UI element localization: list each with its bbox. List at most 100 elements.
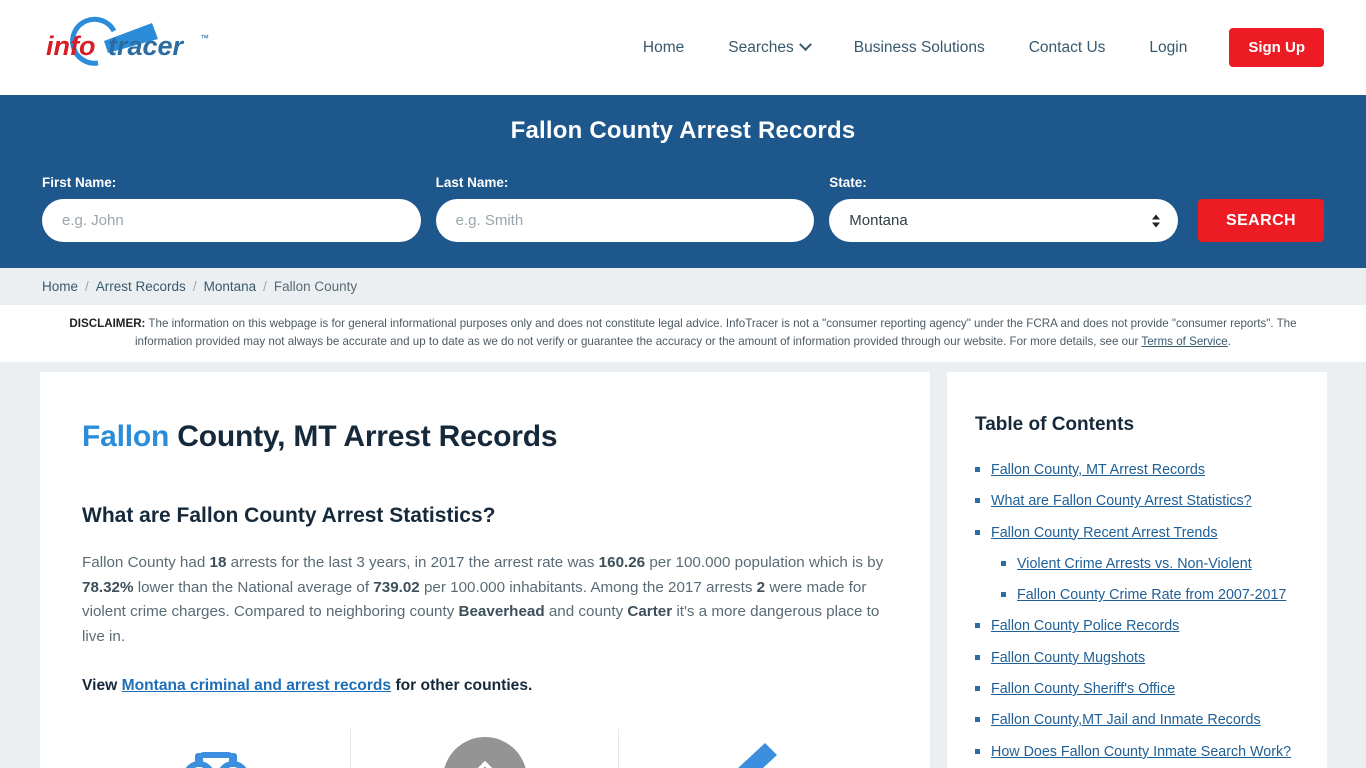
chevron-down-icon bbox=[798, 38, 812, 52]
neighbor-county-b: Carter bbox=[627, 603, 673, 621]
stat-percent-lower: 78.32% bbox=[82, 578, 134, 596]
montana-records-link[interactable]: Montana criminal and arrest records bbox=[122, 677, 392, 694]
first-name-field: First Name: bbox=[42, 175, 421, 242]
nav-item-business-solutions[interactable]: Business Solutions bbox=[832, 39, 1007, 57]
breadcrumb-separator: / bbox=[263, 279, 267, 294]
nav-label: Business Solutions bbox=[853, 38, 985, 56]
bullet-icon bbox=[975, 529, 980, 535]
nav-label: Login bbox=[1149, 38, 1188, 56]
terms-of-service-link[interactable]: Terms of Service bbox=[1141, 335, 1227, 348]
toc-item: What are Fallon County Arrest Statistics… bbox=[975, 491, 1301, 511]
stat-arrest-rate: 160.26 bbox=[598, 553, 646, 571]
sign-up-button[interactable]: Sign Up bbox=[1229, 28, 1324, 67]
state-label: State: bbox=[829, 175, 867, 190]
breadcrumb-separator: / bbox=[85, 279, 89, 294]
svg-text:info: info bbox=[46, 31, 95, 61]
main-navigation: Home Searches Business Solutions Contact… bbox=[621, 28, 1324, 67]
toc-link-jail-inmate-records[interactable]: Fallon County,MT Jail and Inmate Records bbox=[991, 710, 1261, 730]
content-heading: Fallon County, MT Arrest Records bbox=[82, 420, 930, 454]
stat-arrests: 18 bbox=[209, 553, 227, 571]
search-input-first-name[interactable] bbox=[42, 199, 421, 242]
stat-violent-arrests: 2 bbox=[756, 578, 766, 596]
toc-link-inmate-search[interactable]: How Does Fallon County Inmate Search Wor… bbox=[991, 742, 1291, 762]
view-other-counties: View Montana criminal and arrest records… bbox=[82, 677, 930, 695]
toc-list: Fallon County, MT Arrest Records What ar… bbox=[975, 460, 1301, 768]
statistics-subheading: What are Fallon County Arrest Statistics… bbox=[82, 503, 496, 527]
disclaimer-suffix: . bbox=[1227, 334, 1231, 348]
table-of-contents-card: Table of Contents Fallon County, MT Arre… bbox=[947, 371, 1327, 768]
breadcrumb: Home / Arrest Records / Montana / Fallon… bbox=[0, 268, 1366, 305]
disclaimer-notice: DISCLAIMER: The information on this webp… bbox=[0, 305, 1366, 362]
page-body: Fallon County, MT Arrest Records What ar… bbox=[0, 362, 1366, 768]
nav-label: Contact Us bbox=[1028, 38, 1106, 56]
toc-item: Fallon County, MT Arrest Records bbox=[975, 460, 1301, 480]
page-title: Fallon County Arrest Records bbox=[510, 117, 856, 144]
disclaimer-prefix: DISCLAIMER: bbox=[69, 317, 146, 330]
breadcrumb-item-home[interactable]: Home bbox=[42, 279, 78, 294]
svg-text:tracer: tracer bbox=[108, 31, 185, 61]
last-name-field: Last Name: bbox=[435, 175, 815, 242]
feature-cell-1 bbox=[82, 729, 350, 768]
site-header: info tracer ™ Home Searches Business Sol… bbox=[0, 0, 1366, 95]
toc-link-arrest-statistics[interactable]: What are Fallon County Arrest Statistics… bbox=[991, 491, 1252, 511]
feature-cell-3 bbox=[618, 729, 886, 768]
nav-item-searches[interactable]: Searches bbox=[706, 38, 831, 57]
bullet-icon bbox=[975, 654, 980, 660]
bullet-icon bbox=[975, 498, 980, 504]
toc-link-mugshots[interactable]: Fallon County Mugshots bbox=[991, 648, 1145, 668]
toc-title: Table of Contents bbox=[975, 413, 1135, 435]
view-suffix: for other counties. bbox=[391, 677, 533, 695]
bullet-icon bbox=[975, 748, 980, 754]
search-button[interactable]: SEARCH bbox=[1198, 199, 1324, 242]
toc-item: Fallon County Sheriff's Office bbox=[975, 679, 1301, 699]
hero-search-section: Fallon County Arrest Records First Name:… bbox=[0, 95, 1366, 268]
state-select-wrapper: Montana bbox=[829, 199, 1179, 242]
pen-icon bbox=[738, 743, 777, 768]
bullet-icon bbox=[975, 686, 980, 692]
toc-link-recent-trends[interactable]: Fallon County Recent Arrest Trends bbox=[991, 523, 1217, 543]
toc-link-arrest-records[interactable]: Fallon County, MT Arrest Records bbox=[991, 460, 1205, 480]
breadcrumb-item-arrest-records[interactable]: Arrest Records bbox=[96, 279, 186, 294]
nav-item-contact-us[interactable]: Contact Us bbox=[1007, 39, 1128, 57]
toc-link-crime-rate[interactable]: Fallon County Crime Rate from 2007-2017 bbox=[1017, 585, 1286, 605]
para-text: per 100.000 population which is by bbox=[645, 553, 884, 571]
breadcrumb-separator: / bbox=[192, 279, 197, 294]
toc-item: How Does Fallon County Inmate Search Wor… bbox=[975, 742, 1301, 762]
nav-item-home[interactable]: Home bbox=[621, 39, 706, 57]
neighbor-county-a: Beaverhead bbox=[458, 603, 545, 621]
bullet-icon bbox=[975, 466, 980, 472]
breadcrumb-item-montana[interactable]: Montana bbox=[204, 279, 257, 294]
search-form: First Name: Last Name: State: Montana SE… bbox=[42, 175, 1324, 242]
toc-link-violent-vs-nonviolent[interactable]: Violent Crime Arrests vs. Non-Violent bbox=[1017, 554, 1252, 574]
statistics-paragraph: Fallon County had 18 arrests for the las… bbox=[82, 551, 897, 650]
disclaimer-text: The information on this webpage is for g… bbox=[134, 317, 1297, 348]
heading-rest: County, MT Arrest Records bbox=[169, 419, 558, 453]
toc-link-police-records[interactable]: Fallon County Police Records bbox=[991, 616, 1179, 636]
search-input-last-name[interactable] bbox=[435, 199, 815, 242]
bullet-icon bbox=[1001, 592, 1006, 598]
view-prefix: View bbox=[82, 677, 122, 695]
handcuffs-icon bbox=[186, 752, 246, 768]
bullet-icon bbox=[975, 623, 980, 629]
toc-item: Fallon County Recent Arrest Trends bbox=[975, 523, 1301, 543]
para-text: lower than the National average of bbox=[133, 578, 374, 596]
toc-subitem: Violent Crime Arrests vs. Non-Violent bbox=[1001, 554, 1301, 574]
bullet-icon bbox=[1001, 560, 1006, 566]
stat-national-average: 739.02 bbox=[373, 578, 420, 596]
main-content-card: Fallon County, MT Arrest Records What ar… bbox=[40, 371, 930, 768]
toc-item: Fallon County,MT Jail and Inmate Records bbox=[975, 710, 1301, 730]
nav-item-login[interactable]: Login bbox=[1127, 39, 1209, 57]
first-name-label: First Name: bbox=[42, 175, 117, 190]
toc-link-sheriffs-office[interactable]: Fallon County Sheriff's Office bbox=[991, 679, 1175, 699]
toc-item: Fallon County Mugshots bbox=[975, 648, 1301, 668]
infotracer-logo[interactable]: info tracer ™ bbox=[40, 13, 230, 83]
breadcrumb-item-current: Fallon County bbox=[273, 279, 358, 294]
para-text: arrests for the last 3 years, in 2017 th… bbox=[226, 553, 599, 571]
toc-subitem: Fallon County Crime Rate from 2007-2017 bbox=[1001, 585, 1301, 605]
last-name-label: Last Name: bbox=[435, 175, 509, 190]
nav-label: Home bbox=[642, 38, 685, 56]
svg-text:™: ™ bbox=[200, 33, 209, 43]
chevron-up-icon bbox=[470, 761, 500, 768]
heading-highlight: Fallon bbox=[82, 419, 170, 453]
state-select[interactable]: Montana bbox=[829, 199, 1179, 242]
